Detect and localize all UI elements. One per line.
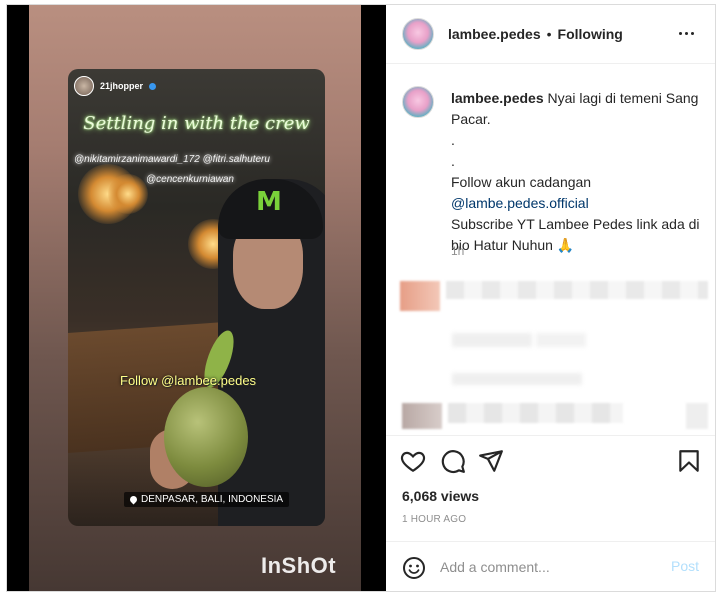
comment-input[interactable]: [440, 556, 660, 578]
caption-text: lambee.pedes Nyai lagi di temeni Sang Pa…: [451, 88, 701, 256]
story-caption: Settling in with the crew: [83, 113, 310, 134]
inshot-watermark: InShOt: [261, 553, 337, 578]
follow-sticker: Follow @lambee.pedes: [120, 373, 257, 388]
story-header: 21jhopper: [74, 76, 157, 96]
header-separator: •: [546, 26, 552, 42]
location-sticker: DENPASAR, BALI, INDONESIA: [124, 492, 290, 507]
caption-time: 1h: [451, 244, 465, 258]
verified-badge-icon: [149, 82, 157, 90]
caption-dot: .: [451, 153, 455, 169]
post-timestamp: 1 HOUR AGO: [402, 514, 467, 525]
comment-icon[interactable]: [440, 448, 466, 474]
caption-dot: .: [451, 132, 455, 148]
view-count[interactable]: 6,068 views: [402, 488, 479, 504]
story-username: 21jhopper: [100, 81, 144, 91]
caption-line3: Subscribe YT Lambee Pedes link ada di bi…: [451, 216, 700, 253]
story-avatar: [74, 76, 94, 96]
caption-link[interactable]: @lambe.pedes.official: [451, 195, 589, 211]
story-tags-line1: @nikitamirzanimawardi_172 @fitri.salhute…: [74, 154, 270, 165]
following-button[interactable]: Following: [558, 26, 623, 42]
caption-username[interactable]: lambee.pedes: [451, 90, 544, 106]
caption-line2: Follow akun cadangan: [451, 174, 592, 190]
caption-avatar[interactable]: [402, 86, 434, 118]
coconut-image: [164, 387, 248, 487]
action-bar: [386, 435, 715, 476]
post-button[interactable]: Post: [671, 558, 699, 574]
post-media[interactable]: M 21jhopper Settling in with the crew @n…: [7, 5, 386, 591]
location-text: DENPASAR, BALI, INDONESIA: [141, 494, 284, 505]
post-header: lambee.pedes • Following: [386, 5, 715, 64]
story-tags: @nikitamirzanimawardi_172 @fitri.salhute…: [74, 150, 324, 190]
emoji-icon[interactable]: [402, 556, 426, 580]
header-username[interactable]: lambee.pedes: [448, 26, 541, 42]
post-dialog: M 21jhopper Settling in with the crew @n…: [6, 4, 716, 592]
paper-plane-icon[interactable]: [478, 448, 504, 474]
post-sidebar: lambee.pedes • Following lambee.pedes Ny…: [386, 5, 715, 591]
avatar[interactable]: [402, 18, 434, 50]
more-options-icon[interactable]: [679, 26, 695, 42]
story-tags-line2: @cencenkurniawan: [146, 174, 234, 185]
bookmark-icon[interactable]: [676, 448, 702, 474]
cap-logo: M: [256, 187, 282, 217]
reposted-story: M 21jhopper Settling in with the crew @n…: [68, 69, 325, 526]
pin-icon: [128, 494, 139, 505]
comment-bar: Post: [386, 541, 715, 591]
heart-icon[interactable]: [400, 448, 426, 474]
